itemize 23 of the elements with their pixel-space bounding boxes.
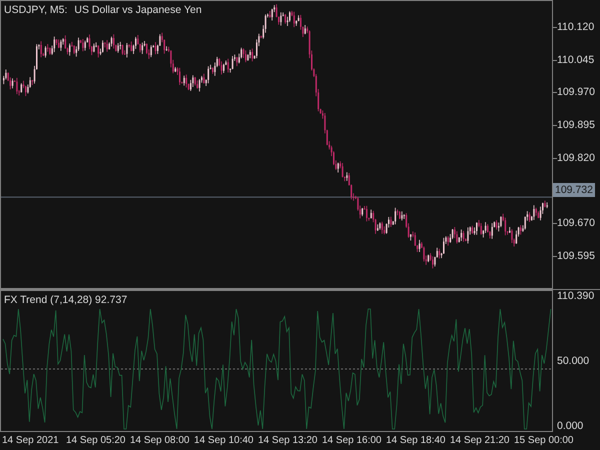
- price-label: 109.595: [557, 248, 595, 263]
- indicator-scale-label: 50.000: [557, 355, 590, 367]
- symbol-description: US Dollar vs Japanese Yen: [74, 4, 202, 16]
- indicator-scale-label: 0.000: [557, 420, 584, 432]
- time-label: 14 Sep 21:20: [450, 435, 510, 446]
- indicator-scale-label: 110.390: [557, 290, 596, 302]
- price-label: 109.670: [557, 216, 595, 230]
- price-label: 110.120: [557, 20, 594, 34]
- time-label: 14 Sep 08:00: [130, 435, 190, 446]
- price-label: 109.820: [557, 150, 595, 165]
- time-label: 14 Sep 05:20: [66, 435, 126, 446]
- price-label: 109.970: [557, 85, 595, 100]
- symbol-label: USDJPY, M5:: [4, 4, 68, 16]
- current-price-tag: 109.732: [553, 183, 595, 198]
- indicator-title: FX Trend (7,14,28) 92.737: [4, 294, 128, 306]
- time-label: 14 Sep 18:40: [386, 435, 446, 446]
- time-label: 14 Sep 10:40: [194, 435, 254, 446]
- time-label: 14 Sep 13:20: [258, 435, 318, 446]
- time-label: 14 Sep 16:00: [322, 435, 382, 446]
- time-label: 14 Sep 2021: [2, 435, 60, 446]
- price-label: 109.895: [557, 118, 595, 132]
- time-label: 15 Sep 00:00: [514, 435, 574, 446]
- price-label: 110.045: [557, 52, 594, 67]
